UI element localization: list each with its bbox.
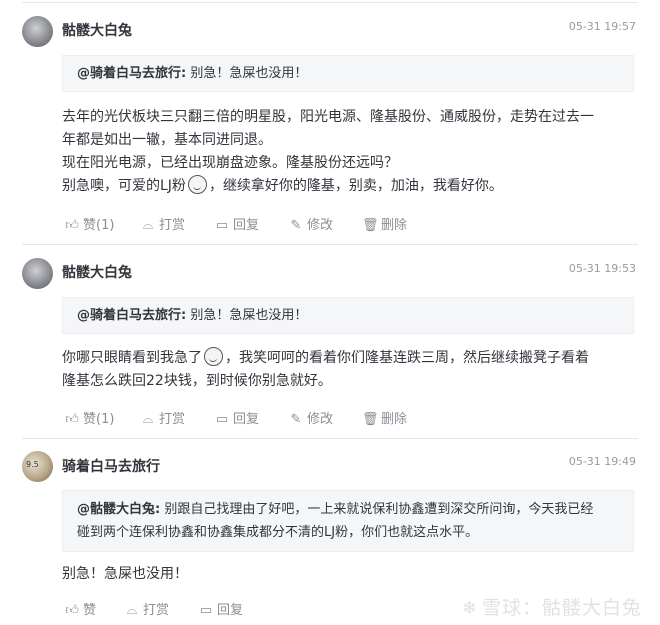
reply-button[interactable]: ▭ 回复	[214, 214, 259, 233]
body-line: 隆基怎么跌回22块钱，到时候你别急就好。	[62, 373, 332, 389]
thumb-up-icon: 👍︎	[65, 218, 79, 233]
reward-label: 打赏	[143, 603, 170, 618]
username-link[interactable]: 骷髅大白兔	[62, 262, 132, 282]
grin-emoji-icon	[204, 347, 223, 366]
thumb-up-icon: 👍︎	[65, 412, 79, 427]
timestamp: 05-31 19:53	[568, 262, 636, 275]
comment-divider	[22, 438, 638, 439]
comment-icon: ▭	[199, 603, 213, 618]
delete-label: 删除	[381, 218, 408, 233]
reward-button[interactable]: ⌓ 打赏	[140, 214, 185, 233]
avatar[interactable]	[22, 16, 53, 47]
quoted-text: 别跟自己找理由了好吧，一上来就说保利协鑫遭到深交所问询，今天我已经	[160, 502, 594, 517]
edit-label: 修改	[307, 218, 334, 233]
quoted-reply: @骑着白马去旅行: 别急！急屎也没用！	[62, 55, 634, 92]
quoted-reply: @骷髅大白兔: 别跟自己找理由了好吧，一上来就说保利协鑫遭到深交所问询，今天我已…	[62, 490, 634, 552]
like-button[interactable]: 👍︎ 赞(1)	[64, 214, 114, 233]
body-line: 去年的光伏板块三只翻三倍的明星股，阳光电源、隆基股份、通威股份，走势在过去一	[62, 109, 594, 125]
quoted-username-link[interactable]: @骑着白马去旅行:	[77, 308, 186, 323]
timestamp: 05-31 19:49	[568, 455, 636, 468]
reply-button[interactable]: ▭ 回复	[214, 408, 259, 427]
timestamp: 05-31 19:57	[568, 20, 636, 33]
avatar[interactable]: 9.5	[22, 451, 53, 482]
reward-label: 打赏	[159, 218, 186, 233]
delete-label: 删除	[381, 412, 408, 427]
top-divider	[22, 2, 638, 3]
avatar-text: 9.5	[26, 460, 39, 469]
reward-icon: ⌓	[126, 603, 138, 618]
quoted-username-link[interactable]: @骑着白马去旅行:	[77, 66, 186, 81]
username-link[interactable]: 骷髅大白兔	[62, 20, 132, 40]
avatar[interactable]	[22, 258, 53, 289]
body-text: ，我笑呵呵的看着你们隆基连跌三周，然后继续搬凳子看着	[225, 350, 589, 366]
like-label: 赞(1)	[83, 218, 115, 233]
comment-icon: ▭	[215, 218, 229, 233]
username-link[interactable]: 骑着白马去旅行	[62, 456, 160, 476]
reply-label: 回复	[233, 218, 260, 233]
body-line: 现在阳光电源，已经出现崩盘迹象。隆基股份还远吗？	[62, 155, 398, 171]
thumb-up-icon: 👍︎	[65, 603, 79, 618]
reply-label: 回复	[217, 603, 244, 618]
snowball-logo-icon: ❄	[461, 598, 478, 619]
watermark-text: 雪球：骷髅大白兔	[481, 597, 642, 619]
quoted-text: 别急！急屎也没用！	[186, 308, 308, 323]
like-label: 赞	[83, 603, 97, 618]
comment-divider	[22, 244, 638, 245]
edit-button[interactable]: ✎ 修改	[288, 408, 333, 427]
delete-button[interactable]: 🗑︎ 删除	[362, 408, 407, 427]
like-button[interactable]: 👍︎ 赞(1)	[64, 408, 114, 427]
quoted-reply: @骑着白马去旅行: 别急！急屎也没用！	[62, 297, 634, 334]
pencil-icon: ✎	[290, 218, 302, 233]
like-button[interactable]: 👍︎ 赞	[64, 599, 96, 618]
reward-button[interactable]: ⌓ 打赏	[140, 408, 185, 427]
reward-button[interactable]: ⌓ 打赏	[124, 599, 169, 618]
comment-icon: ▭	[215, 412, 229, 427]
body-text: ，继续拿好你的隆基，别卖，加油，我看好你。	[208, 178, 503, 194]
grin-emoji-icon	[187, 175, 207, 194]
reward-icon: ⌓	[142, 218, 154, 233]
trash-icon: 🗑︎	[362, 218, 379, 233]
pencil-icon: ✎	[290, 412, 302, 427]
body-line: 年都是如出一辙，基本同进同退。	[62, 132, 272, 148]
reply-label: 回复	[233, 412, 260, 427]
edit-label: 修改	[307, 412, 334, 427]
body-text: 别急噢，可爱的LJ粉	[62, 178, 186, 194]
trash-icon: 🗑︎	[362, 412, 379, 427]
comment-body: 你哪只眼睛看到我急了 ，我笑呵呵的看着你们隆基连跌三周，然后继续搬凳子看着 隆基怎…	[62, 347, 638, 393]
body-line: 别急！急屎也没用！	[62, 566, 188, 582]
watermark: ❄ 雪球：骷髅大白兔	[462, 593, 642, 620]
reward-icon: ⌓	[142, 412, 154, 427]
edit-button[interactable]: ✎ 修改	[288, 214, 333, 233]
reply-button[interactable]: ▭ 回复	[198, 599, 243, 618]
comment-body: 别急！急屎也没用！	[62, 563, 638, 586]
comment-body: 去年的光伏板块三只翻三倍的明星股，阳光电源、隆基股份、通威股份，走势在过去一 年…	[62, 106, 638, 198]
body-line: 别急噢，可爱的LJ粉 ，继续拿好你的隆基，别卖，加油，我看好你。	[62, 175, 638, 198]
body-text: 你哪只眼睛看到我急了	[62, 350, 202, 366]
reward-label: 打赏	[159, 412, 186, 427]
body-line: 你哪只眼睛看到我急了 ，我笑呵呵的看着你们隆基连跌三周，然后继续搬凳子看着	[62, 347, 638, 370]
quoted-text: 别急！急屎也没用！	[186, 66, 308, 81]
quoted-username-link[interactable]: @骷髅大白兔:	[77, 502, 160, 517]
delete-button[interactable]: 🗑︎ 删除	[362, 214, 407, 233]
like-label: 赞(1)	[83, 412, 115, 427]
quoted-text: 碰到两个连保利协鑫和协鑫集成都分不清的LJ粉，你们也就这点水平。	[77, 525, 479, 540]
